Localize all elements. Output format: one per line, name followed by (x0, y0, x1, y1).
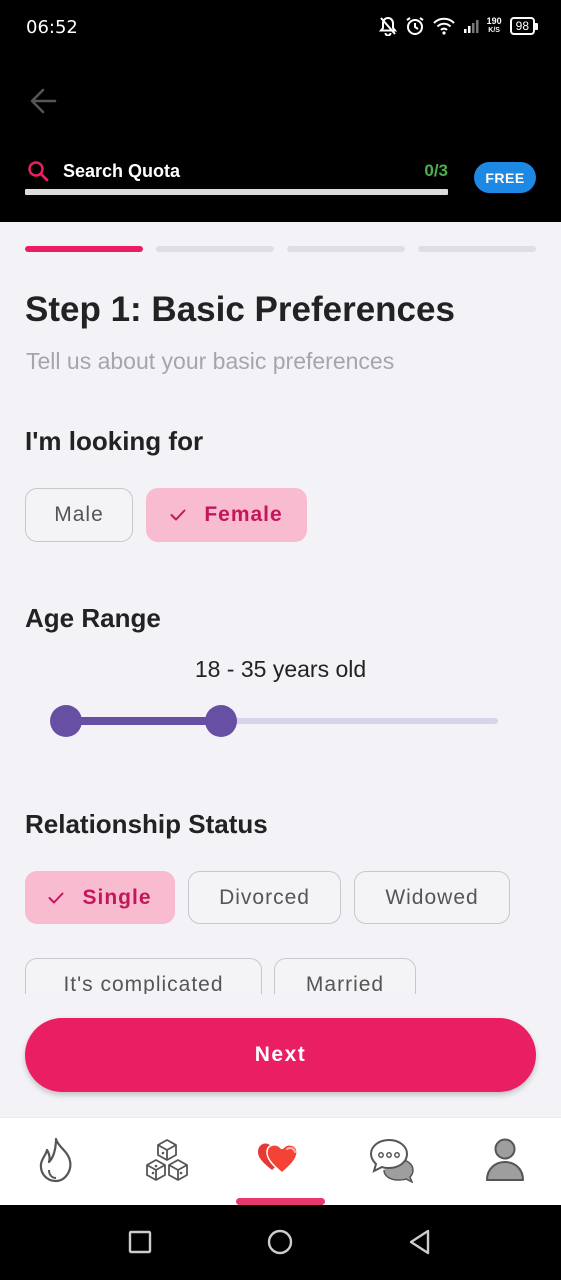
status-option-divorced[interactable]: Divorced (188, 871, 341, 924)
status-option-widowed[interactable]: Widowed (354, 871, 510, 924)
nav-item-chat[interactable] (363, 1132, 423, 1188)
nav-item-profile[interactable] (475, 1132, 535, 1188)
notification-off-icon (378, 16, 397, 36)
system-nav-bar (0, 1205, 561, 1280)
circle-icon (267, 1229, 293, 1255)
nav-item-matches[interactable] (250, 1132, 310, 1188)
square-icon (128, 1230, 152, 1254)
step-indicator-2 (156, 246, 274, 252)
age-range-value: 18 - 35 years old (194, 656, 367, 682)
chip-label: It's complicated (63, 973, 224, 994)
search-quota: Search Quota 0/3 (25, 156, 448, 200)
next-button[interactable]: Next (25, 1018, 536, 1092)
net-speed-value: 190 (486, 16, 502, 26)
age-range-slider[interactable] (50, 703, 498, 739)
nav-item-explore[interactable] (137, 1132, 197, 1188)
status-icons: 190 K/S 98 (378, 16, 539, 36)
chip-label: Single (82, 885, 152, 909)
check-icon (48, 892, 64, 904)
status-time: 06:52 (26, 17, 78, 38)
search-icon (28, 161, 49, 182)
page-title: Step 1: Basic Preferences (25, 290, 455, 329)
slider-fill (65, 717, 221, 725)
step-indicator-1 (25, 246, 143, 252)
step-indicator-4 (418, 246, 536, 252)
flame-icon (39, 1137, 72, 1183)
profile-icon (486, 1138, 524, 1181)
chat-icon (369, 1138, 414, 1183)
alarm-icon (405, 16, 425, 36)
battery-icon: 98 (509, 17, 539, 35)
relationship-status-heading: Relationship Status (25, 809, 268, 839)
quota-progress-bar (25, 189, 448, 195)
age-range-heading: Age Range (25, 603, 161, 633)
gender-option-male[interactable]: Male (25, 488, 133, 542)
status-option-single[interactable]: Single (25, 871, 175, 924)
gender-option-female[interactable]: Female (146, 488, 307, 542)
wifi-icon (432, 17, 455, 35)
plan-badge[interactable]: FREE (474, 162, 536, 193)
search-quota-count: 0/3 (424, 161, 448, 180)
hearts-icon (258, 1143, 298, 1174)
triangle-back-icon (409, 1229, 430, 1255)
net-speed: 190 K/S (487, 17, 502, 35)
looking-for-heading: I'm looking for (25, 426, 204, 456)
header: Search Quota 0/3 FREE (0, 56, 561, 222)
status-option-married[interactable]: Married (274, 958, 416, 994)
status-option-complicated[interactable]: It's complicated (25, 958, 262, 994)
search-quota-label: Search Quota (63, 161, 181, 181)
step-indicator-3 (287, 246, 405, 252)
bottom-nav (0, 1117, 561, 1205)
check-icon (170, 509, 186, 521)
nav-active-indicator (236, 1198, 325, 1205)
nav-item-discover[interactable] (26, 1132, 86, 1188)
chip-label: Female (204, 503, 283, 526)
chip-label: Married (305, 973, 385, 994)
back-button[interactable] (26, 84, 60, 118)
scroll-clip: It's complicated Married (0, 940, 561, 994)
slider-thumb-max[interactable] (205, 705, 237, 737)
chip-label: Widowed (385, 885, 479, 909)
step-progress (25, 246, 536, 252)
cubes-icon (146, 1139, 188, 1181)
net-speed-unit: K/S (488, 27, 500, 34)
signal-icon (463, 18, 479, 34)
chip-label: Male (54, 503, 104, 526)
chip-label: Divorced (219, 885, 310, 909)
arrow-left-icon (30, 88, 57, 114)
home-button[interactable] (265, 1227, 295, 1257)
page-subtitle: Tell us about your basic preferences (26, 348, 395, 374)
recents-button[interactable] (125, 1227, 155, 1257)
status-bar: 06:52 190 K/S 98 (0, 0, 561, 56)
slider-thumb-min[interactable] (50, 705, 82, 737)
back-nav-button[interactable] (405, 1227, 435, 1257)
